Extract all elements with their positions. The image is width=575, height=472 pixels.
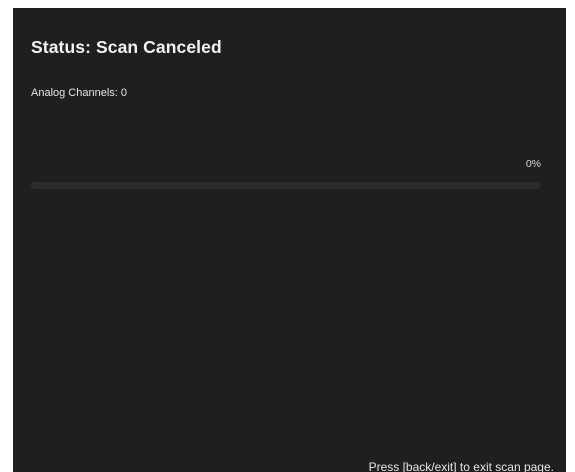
scan-screen: Status: Scan Canceled Analog Channels: 0… [13, 8, 566, 472]
scan-progress-bar [31, 182, 541, 189]
analog-channels-count: Analog Channels: 0 [31, 87, 128, 99]
exit-hint: Press [back/exit] to exit scan page. [368, 460, 554, 472]
progress-percent-label: 0% [525, 158, 541, 170]
scan-status-title: Status: Scan Canceled [31, 37, 222, 57]
